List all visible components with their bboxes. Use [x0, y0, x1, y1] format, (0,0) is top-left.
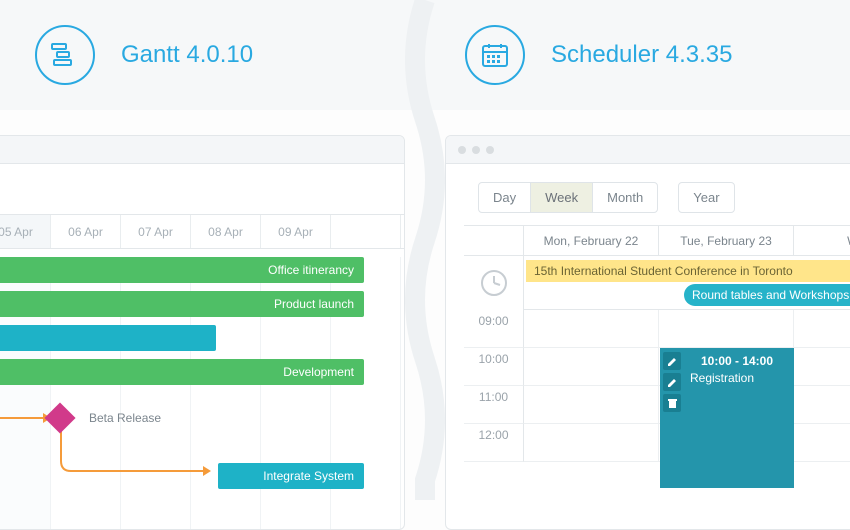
- gantt-date: 05 Apr: [0, 215, 51, 248]
- gantt-date: 08 Apr: [191, 215, 261, 248]
- scheduler-header: Scheduler 4.3.35: [425, 0, 850, 110]
- day-header: Mon, February 22: [524, 226, 659, 255]
- event-title: Registration: [690, 371, 754, 385]
- gantt-header: Gantt 4.0.10: [0, 0, 425, 110]
- gantt-title: Gantt 4.0.10: [121, 41, 253, 69]
- tab-week[interactable]: Week: [531, 183, 593, 212]
- window-chrome: [0, 136, 404, 164]
- event-time: 10:00 - 14:00: [690, 354, 784, 368]
- scheduler-title: Scheduler 4.3.35: [551, 41, 732, 69]
- allday-roundtables[interactable]: Round tables and Workshops: [684, 284, 850, 306]
- hour-label: 11:00: [464, 386, 524, 424]
- tab-month[interactable]: Month: [593, 183, 657, 212]
- allday-conference[interactable]: 15th International Student Conference in…: [526, 260, 850, 282]
- gantt-date-row: 05 Apr 06 Apr 07 Apr 08 Apr 09 Apr: [0, 214, 404, 249]
- day-header: Tue, February 23: [659, 226, 794, 255]
- gantt-date: 07 Apr: [121, 215, 191, 248]
- hour-label: 10:00: [464, 348, 524, 386]
- allday-clock: [464, 256, 524, 310]
- hour-label: 12:00: [464, 424, 524, 462]
- gantt-bar-product[interactable]: Product launch: [0, 291, 364, 317]
- gantt-panel: 05 Apr 06 Apr 07 Apr 08 Apr 09 Apr Offic…: [0, 135, 405, 530]
- event-registration[interactable]: 10:00 - 14:00 Registration: [660, 348, 794, 488]
- hour-label: 09:00: [464, 310, 524, 348]
- tab-day[interactable]: Day: [479, 183, 531, 212]
- window-chrome: [446, 136, 850, 164]
- gantt-bar-office[interactable]: Office itinerancy: [0, 257, 364, 283]
- day-header: Wed,: [794, 226, 850, 255]
- gantt-bar-testing[interactable]: rform Initial testing: [0, 325, 216, 351]
- scheduler-panel: Day Week Month Year Mon, February 22 Tue…: [445, 135, 850, 530]
- gantt-bar-integrate[interactable]: Integrate System: [218, 463, 364, 489]
- milestone-label: Beta Release: [89, 411, 161, 425]
- gantt-date: 09 Apr: [261, 215, 331, 248]
- trash-icon[interactable]: [663, 394, 681, 412]
- gantt-icon: [35, 25, 95, 85]
- tab-year[interactable]: Year: [679, 183, 733, 212]
- gantt-date: 06 Apr: [51, 215, 121, 248]
- edit-icon[interactable]: [663, 373, 681, 391]
- view-switcher: Day Week Month Year: [478, 182, 850, 213]
- calendar-icon: [465, 25, 525, 85]
- edit-icon[interactable]: [663, 352, 681, 370]
